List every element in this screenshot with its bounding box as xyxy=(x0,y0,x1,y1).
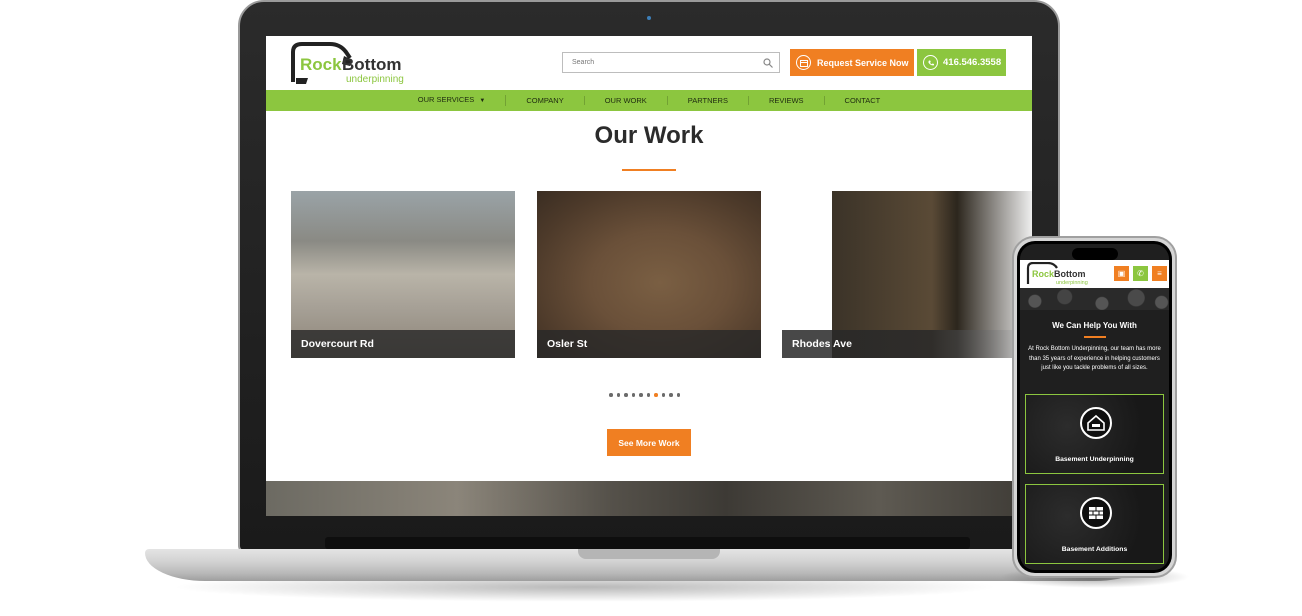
nav-item-contact[interactable]: CONTACT xyxy=(825,96,901,105)
carousel-dot[interactable] xyxy=(661,393,665,397)
hamburger-menu-icon: ≡ xyxy=(1157,269,1162,278)
phone-call-button[interactable]: ✆ xyxy=(1133,266,1148,281)
menu-button[interactable]: ≡ xyxy=(1152,266,1167,281)
carousel-dot-active[interactable] xyxy=(654,393,658,397)
carousel-dot[interactable] xyxy=(646,393,650,397)
carousel-dot[interactable] xyxy=(639,393,643,397)
laptop-notch xyxy=(578,549,720,559)
project-caption: Rhodes Ave xyxy=(782,330,1032,358)
svg-text:Bottom: Bottom xyxy=(342,55,401,74)
excavator-logo-icon: Rock Bottom underpinning xyxy=(1026,261,1088,286)
page-title: Our Work xyxy=(594,122,704,149)
phone-section-title: We Can Help You With xyxy=(1052,321,1137,330)
project-card-osler[interactable]: Osler St xyxy=(537,191,761,358)
svg-text:Rock: Rock xyxy=(1032,269,1055,279)
site-header: Rock Bottom underpinning Search Request … xyxy=(266,36,1032,90)
see-more-work-button[interactable]: See More Work xyxy=(607,429,691,456)
carousel-dot[interactable] xyxy=(676,393,680,397)
calendar-icon: ▣ xyxy=(1117,269,1126,278)
svg-text:underpinning: underpinning xyxy=(1056,280,1088,286)
phone-intro-text: At Rock Bottom Underpinning, our team ha… xyxy=(1028,346,1161,371)
title-underline xyxy=(622,169,676,171)
phone-request-button[interactable]: ▣ xyxy=(1114,266,1129,281)
project-caption: Osler St xyxy=(537,330,761,358)
title-underline xyxy=(1084,336,1106,338)
laptop-bezel xyxy=(325,537,970,549)
phone-number-label: 416.546.3558 xyxy=(943,57,1002,68)
nav-item-partners[interactable]: PARTNERS xyxy=(668,96,749,105)
request-service-label: Request Service Now xyxy=(817,57,909,68)
phone-site-header: Rock Bottom underpinning ▣ ✆ ≡ xyxy=(1020,260,1169,288)
carousel-dot[interactable] xyxy=(616,393,620,397)
project-card-dovercourt[interactable]: Dovercourt Rd xyxy=(291,191,515,358)
nav-item-reviews[interactable]: REVIEWS xyxy=(749,96,825,105)
service-tile-additions[interactable]: Basement Additions xyxy=(1025,484,1164,564)
rocks-banner xyxy=(1020,288,1169,310)
phone-site-logo[interactable]: Rock Bottom underpinning xyxy=(1026,261,1092,286)
request-service-button[interactable]: Request Service Now xyxy=(790,49,914,76)
calendar-icon xyxy=(796,55,811,70)
whatsapp-icon xyxy=(923,55,938,70)
service-label: Basement Underpinning xyxy=(1055,456,1134,463)
project-card-rhodes[interactable]: Rhodes Ave xyxy=(782,191,1032,358)
brick-wall-icon xyxy=(1080,497,1112,529)
project-caption: Dovercourt Rd xyxy=(291,330,515,358)
caret-down-icon: ▼ xyxy=(479,98,486,104)
nav-item-our-work[interactable]: OUR WORK xyxy=(585,96,668,105)
main-nav: OUR SERVICES ▼ COMPANY OUR WORK PARTNERS… xyxy=(266,90,1032,111)
search-input[interactable]: Search xyxy=(562,52,780,73)
phone-dynamic-island xyxy=(1072,248,1118,260)
svg-text:Bottom: Bottom xyxy=(1054,269,1086,279)
carousel-dot[interactable] xyxy=(669,393,673,397)
footer-image-band xyxy=(266,481,1032,516)
laptop-screen: Rock Bottom underpinning Search Request … xyxy=(266,36,1032,516)
carousel-dot[interactable] xyxy=(624,393,628,397)
service-label: Basement Additions xyxy=(1061,546,1128,553)
excavator-logo-icon: Rock Bottom underpinning xyxy=(291,42,404,85)
laptop-camera xyxy=(647,16,651,20)
nav-item-our-services[interactable]: OUR SERVICES ▼ xyxy=(398,95,507,106)
search-placeholder: Search xyxy=(572,59,595,66)
house-icon xyxy=(1080,407,1112,439)
svg-text:Rock: Rock xyxy=(300,55,342,74)
svg-text:underpinning: underpinning xyxy=(346,74,404,85)
site-logo[interactable]: Rock Bottom underpinning xyxy=(290,42,414,86)
phone-call-button[interactable]: 416.546.3558 xyxy=(917,49,1006,76)
nav-item-company[interactable]: COMPANY xyxy=(506,96,585,105)
phone-screen: Rock Bottom underpinning ▣ ✆ ≡ We Can He… xyxy=(1020,244,1169,570)
search-icon[interactable] xyxy=(763,58,773,68)
whatsapp-icon: ✆ xyxy=(1137,269,1144,278)
carousel-dots xyxy=(609,393,680,397)
service-tile-underpinning[interactable]: Basement Underpinning xyxy=(1025,394,1164,474)
carousel-dot[interactable] xyxy=(609,393,613,397)
carousel-dot[interactable] xyxy=(631,393,635,397)
nav-label: OUR SERVICES xyxy=(417,95,475,104)
